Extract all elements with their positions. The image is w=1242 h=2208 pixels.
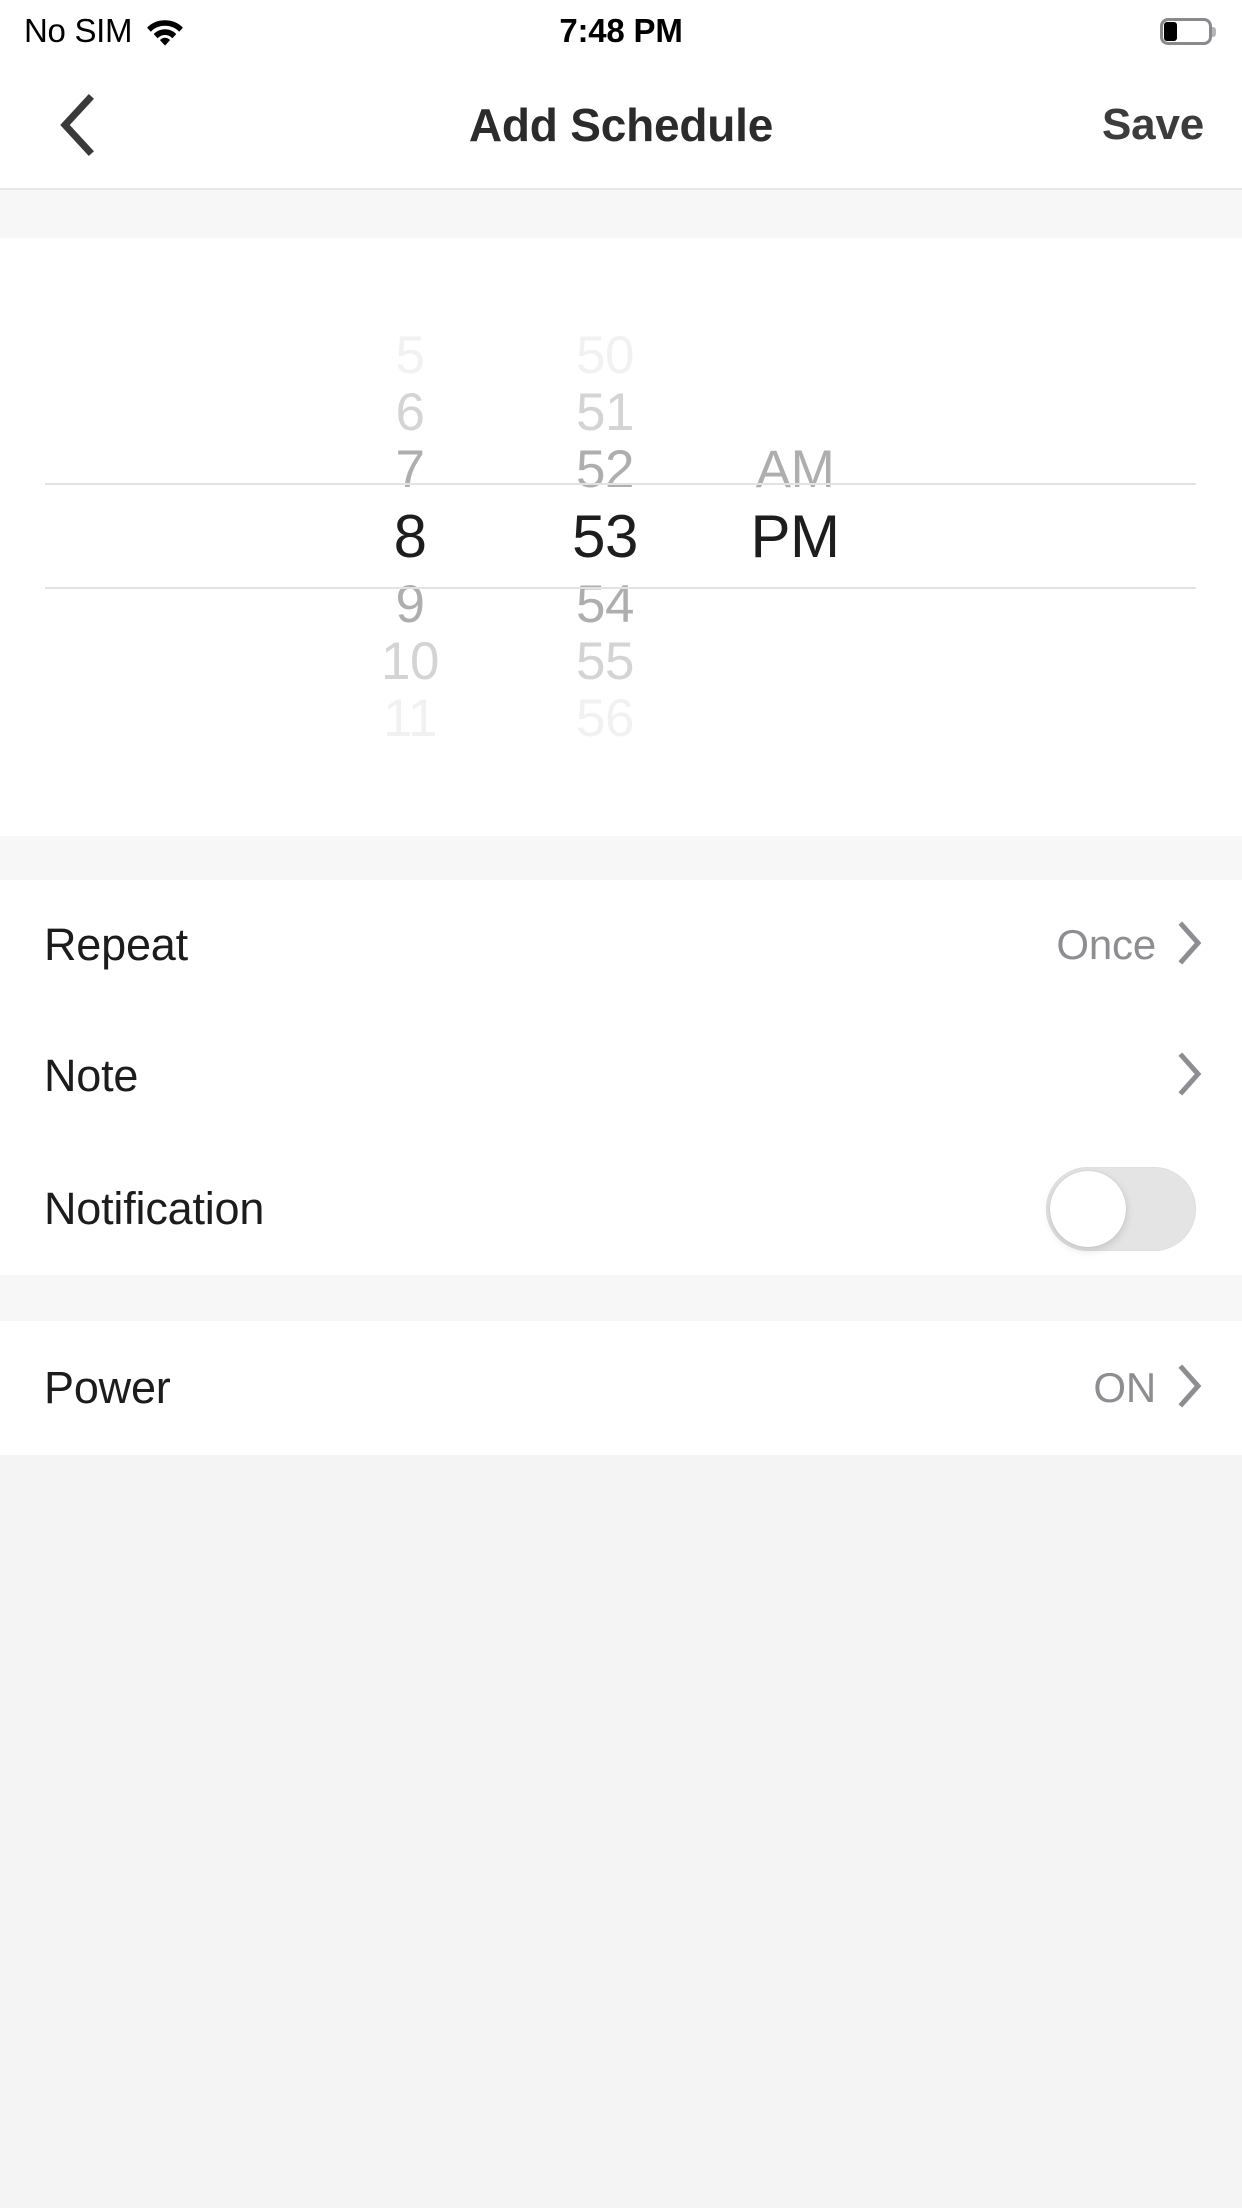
row-repeat[interactable]: Repeat Once	[0, 880, 1242, 1010]
page-title: Add Schedule	[468, 99, 774, 151]
save-button[interactable]: Save	[1102, 62, 1204, 188]
notification-toggle[interactable]	[1046, 1166, 1196, 1251]
section-gap-two	[0, 1275, 1242, 1321]
settings-group-one: Repeat Once Note Notification	[0, 880, 1242, 1275]
status-bar: No SIM 7:48 PM	[0, 0, 1242, 62]
battery-low-icon	[1160, 17, 1216, 45]
row-accessory: ON	[1093, 1363, 1202, 1413]
row-label: Repeat	[44, 919, 188, 970]
section-gap-one	[0, 836, 1242, 880]
navigation-bar: Add Schedule Save	[0, 62, 1242, 190]
settings-group-two: Power ON	[0, 1321, 1242, 1455]
meridiem-wheel[interactable]: AM PM	[680, 238, 910, 836]
row-value: Once	[1056, 921, 1156, 968]
toggle-knob	[1050, 1170, 1126, 1247]
row-notification[interactable]: Notification	[0, 1142, 1242, 1275]
row-power[interactable]: Power ON	[0, 1321, 1242, 1455]
time-picker[interactable]: 5 6 7 8 9 10 11 50 51 52 53 54 55 56 AM …	[0, 238, 1242, 836]
row-accessory	[1046, 1166, 1202, 1251]
page-background-filler	[0, 1455, 1242, 2208]
picker-selection-line-top	[45, 483, 1196, 485]
time-picker-card: 5 6 7 8 9 10 11 50 51 52 53 54 55 56 AM …	[0, 238, 1242, 836]
row-label: Notification	[44, 1182, 265, 1234]
status-time: 7:48 PM	[559, 12, 683, 49]
status-bar-center: 7:48 PM	[0, 0, 1242, 62]
row-label: Power	[44, 1362, 171, 1413]
section-gap-top	[0, 190, 1242, 238]
add-schedule-screen: No SIM 7:48 PM Add Schedule Save 5 6 7 8…	[0, 0, 1242, 2208]
row-value: ON	[1093, 1364, 1156, 1411]
picker-selection-line-bottom	[45, 587, 1196, 589]
chevron-right-icon	[1178, 1051, 1202, 1101]
row-note[interactable]: Note	[0, 1010, 1242, 1142]
status-bar-right	[1160, 0, 1216, 62]
meridiem-option-am[interactable]: AM	[680, 441, 910, 498]
chevron-right-icon	[1178, 920, 1202, 970]
row-label: Note	[44, 1050, 139, 1101]
row-accessory	[1156, 1051, 1202, 1101]
row-accessory: Once	[1056, 920, 1202, 970]
chevron-right-icon	[1178, 1363, 1202, 1413]
meridiem-selected[interactable]: PM	[680, 498, 910, 576]
